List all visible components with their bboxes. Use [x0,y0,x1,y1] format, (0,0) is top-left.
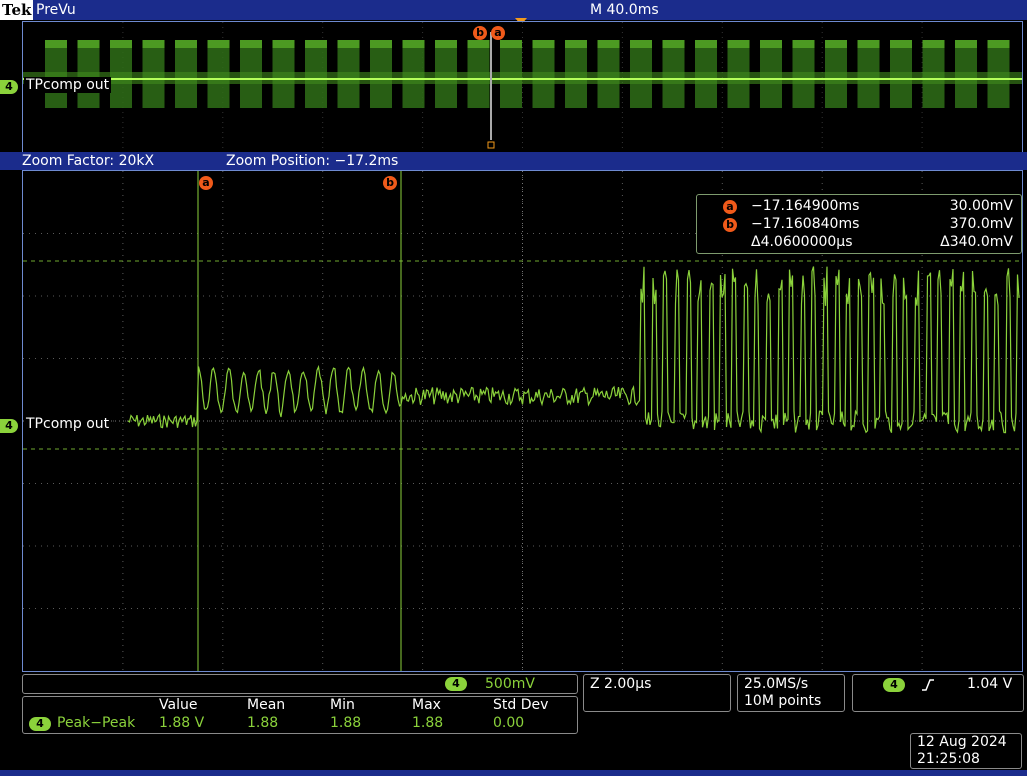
overview-channel-marker[interactable]: 4 [0,80,18,94]
cursor-b-icon[interactable]: b [383,176,397,190]
zoom-info-bar: Zoom Factor: 20kX Zoom Position: −17.2ms [0,152,1027,170]
meas-min: 1.88 [330,715,362,731]
record-length: 10M points [744,693,822,709]
acquisition-mode: PreVu [36,2,76,18]
cursor-a-value: 30.00mV [949,198,1013,214]
top-status-bar: Tek PreVu M 40.0ms [0,0,1027,20]
zoom-scale-box[interactable]: Z 2.00µs [583,674,731,712]
zoom-position: Zoom Position: −17.2ms [226,153,399,169]
date-label: 12 Aug 2024 [917,734,1007,750]
meas-header-min: Min [330,697,355,713]
measurement-panel[interactable]: Value Mean Min Max Std Dev 4 Peak−Peak 1… [22,696,578,734]
acquisition-box[interactable]: 25.0MS/s 10M points [737,674,845,712]
meas-mean: 1.88 [247,715,279,731]
cursor-b-value: 370.0mV [949,216,1013,232]
meas-max: 1.88 [412,715,444,731]
sample-rate: 25.0MS/s [744,676,809,692]
cursor-delta-value: Δ340.0mV [940,234,1013,250]
main-channel-marker[interactable]: 4 [0,419,18,433]
zoom-factor: Zoom Factor: 20kX [22,153,155,169]
readout-cursor-a-icon: a [723,200,737,214]
main-channel-label: TPcomp out [24,416,112,432]
meas-name: Peak−Peak [57,715,136,731]
meas-header-std-dev: Std Dev [493,697,549,713]
cursor-readout-panel[interactable]: a −17.164900ms 30.00mV b −17.160840ms 37… [696,194,1022,254]
meas-header-max: Max [412,697,441,713]
channel-scale-box[interactable]: 4 500mV [22,674,578,694]
cursor-b-time: −17.160840ms [751,216,860,232]
brand-logo: Tek [0,0,34,20]
bottom-frame [0,770,1027,776]
cursor-a-time: −17.164900ms [751,198,860,214]
overview-zoom-box [487,141,495,149]
channel-4-waveform [127,266,1020,434]
readout-cursor-b-icon: b [723,218,737,232]
meas-channel-badge: 4 [29,717,51,731]
cursor-delta-time: Δ4.0600000µs [751,234,853,250]
overview-cursor-a-icon[interactable]: a [491,26,505,40]
meas-std-dev: 0.00 [493,715,525,731]
meas-header-mean: Mean [247,697,286,713]
trigger-box[interactable]: 4 1.04 V [852,674,1024,712]
time-label: 21:25:08 [917,751,980,767]
trigger-level: 1.04 V [967,676,1013,692]
channel-badge: 4 [445,677,467,691]
volts-per-div: 500mV [485,676,535,692]
overview-waveform-window[interactable] [22,21,1023,153]
cursor-a-icon[interactable]: a [199,176,213,190]
timebase-readout[interactable]: M 40.0ms [590,0,659,20]
meas-header-value: Value [159,697,198,713]
trigger-channel-badge: 4 [883,678,905,692]
zoom-scale: Z 2.00µs [590,676,652,692]
overview-cursor-b-icon[interactable]: b [473,26,487,40]
overview-channel-label: TPcomp out [24,77,112,93]
rising-edge-icon [922,679,934,691]
datetime-box[interactable]: 12 Aug 2024 21:25:08 [910,733,1022,769]
overview-waveform [23,22,1022,152]
meas-value: 1.88 V [159,715,205,731]
